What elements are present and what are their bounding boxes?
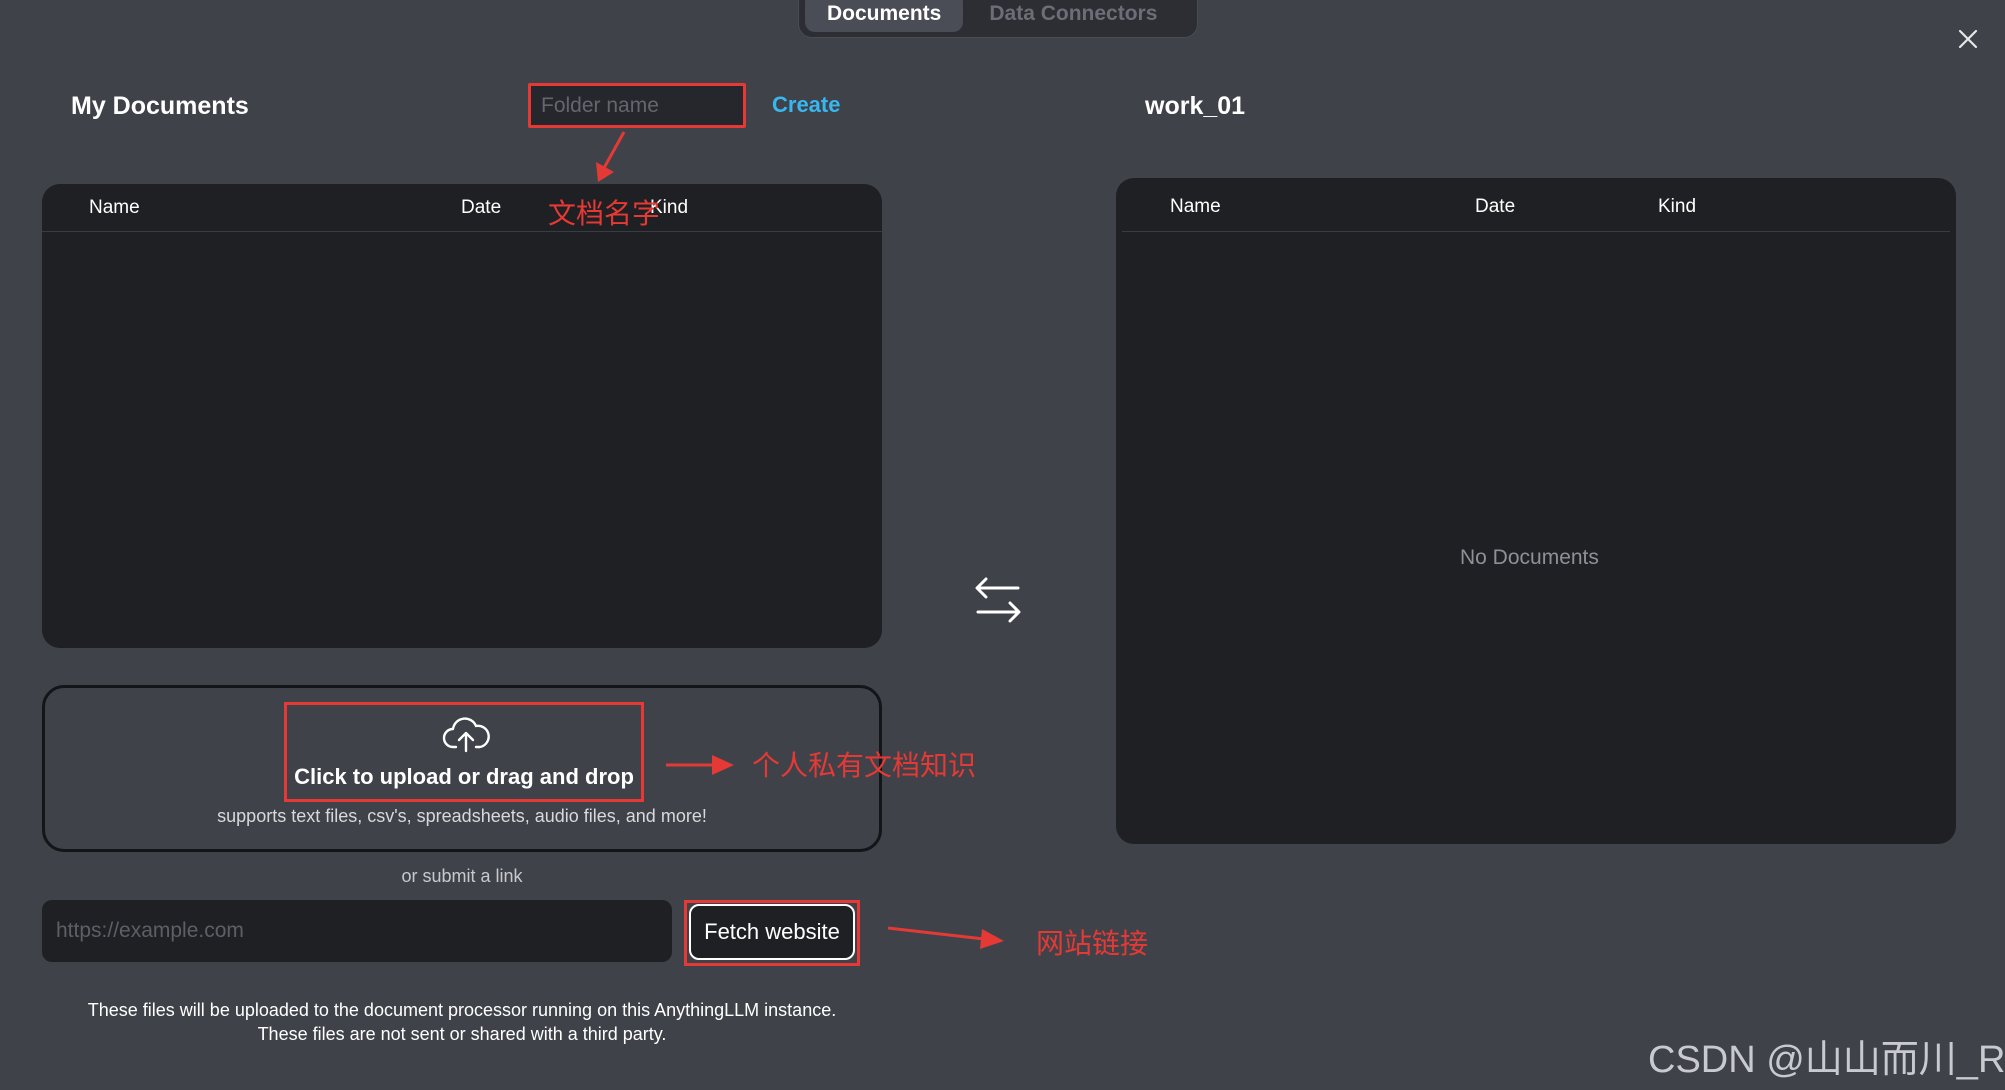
my-documents-table: Name Date Kind	[42, 184, 882, 648]
or-submit-link-label: or submit a link	[401, 866, 523, 886]
folder-name-input[interactable]	[528, 83, 746, 128]
column-name[interactable]: Name	[89, 197, 140, 219]
create-folder-button[interactable]: Create	[772, 92, 840, 118]
annotation-arrow-upload	[666, 755, 734, 775]
close-icon[interactable]	[1955, 26, 1981, 52]
my-documents-title: My Documents	[71, 92, 249, 120]
fetch-website-button[interactable]: Fetch website	[689, 904, 855, 960]
column-date[interactable]: Date	[461, 197, 501, 219]
website-url-input[interactable]	[42, 900, 672, 962]
column-date[interactable]: Date	[1475, 196, 1515, 218]
tab-data-connectors[interactable]: Data Connectors	[967, 0, 1179, 32]
upload-highlight-box: Click to upload or drag and drop	[284, 702, 644, 802]
table-header: Name Date Kind	[1122, 178, 1950, 232]
tab-documents[interactable]: Documents	[805, 0, 964, 32]
swap-arrows-icon[interactable]	[972, 574, 1024, 626]
workspace-title: work_01	[1145, 92, 1246, 120]
footer-line-2: These files are not sent or shared with …	[257, 1024, 667, 1044]
annotation-private-docs: 个人私有文档知识	[752, 750, 977, 781]
annotation-arrow-folder	[596, 131, 626, 182]
annotation-arrow-website	[887, 926, 1004, 949]
tab-bar: Documents Data Connectors	[798, 0, 1198, 38]
upload-subtitle: supports text files, csv's, spreadsheets…	[217, 806, 707, 826]
empty-state-text: No Documents	[1460, 546, 1599, 569]
table-header: Name Date Kind	[42, 184, 882, 232]
column-kind[interactable]: Kind	[1658, 196, 1696, 218]
watermark: CSDN @山山而川_R	[1648, 1039, 2005, 1081]
upload-title: Click to upload or drag and drop	[294, 764, 634, 789]
cloud-upload-icon	[442, 717, 490, 753]
workspace-documents-table: Name Date Kind No Documents	[1116, 178, 1956, 844]
column-name[interactable]: Name	[1170, 196, 1221, 218]
footer-line-1: These files will be uploaded to the docu…	[87, 1000, 837, 1020]
annotation-doc-name: 文档名字	[548, 198, 661, 229]
annotation-website-link: 网站链接	[1036, 928, 1149, 959]
document-manager-modal: Documents Data Connectors My Documents C…	[0, 0, 2005, 1090]
